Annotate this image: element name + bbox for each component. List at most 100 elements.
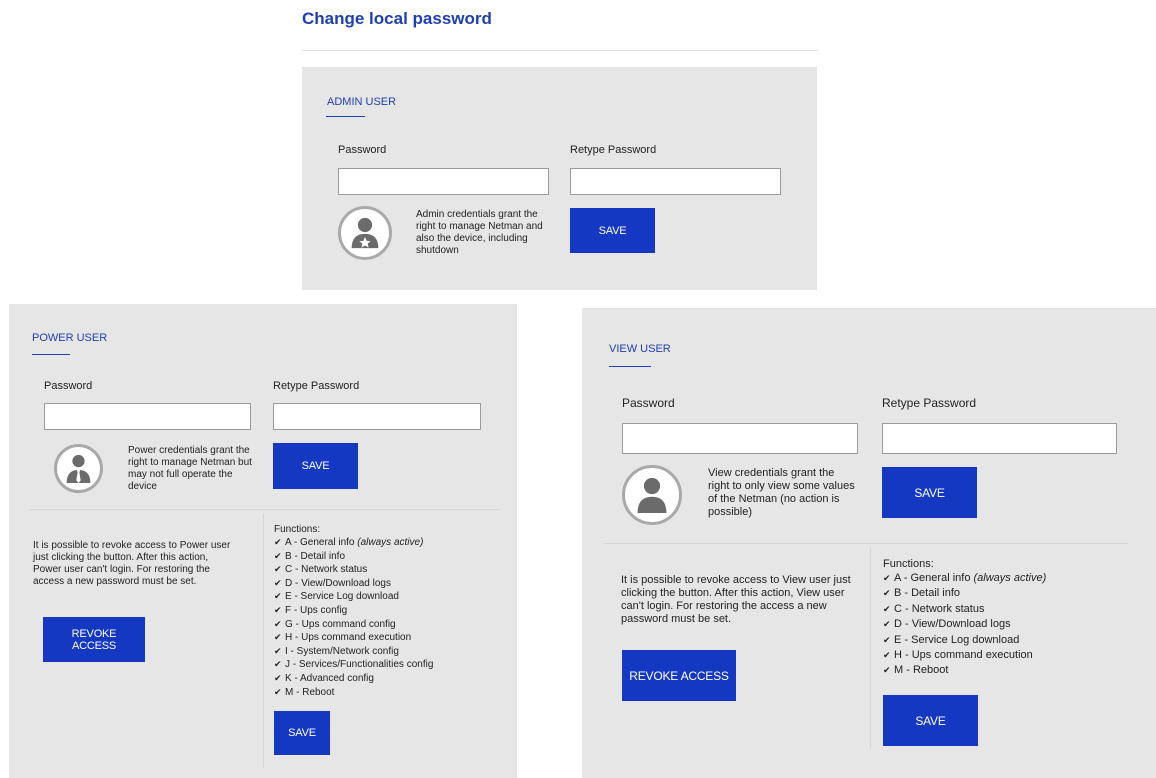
section-divider: [604, 543, 1128, 544]
functions-title: Functions:: [274, 524, 321, 535]
checkmark-icon: ✔: [274, 618, 282, 629]
checkmark-icon: ✔: [274, 686, 282, 697]
checkmark-icon: ✔: [274, 659, 282, 670]
column-divider: [870, 548, 871, 748]
power-save-button[interactable]: SAVE: [273, 443, 358, 489]
password-label: Password: [44, 380, 93, 392]
admin-user-panel: ADMIN USER Password Retype Password Admi…: [302, 67, 817, 290]
function-label: A - General info: [894, 572, 971, 584]
view-password-input[interactable]: [622, 423, 858, 454]
power-functions-save-button[interactable]: SAVE: [274, 711, 330, 755]
admin-retype-password-input[interactable]: [570, 168, 781, 195]
checkmark-icon: ✔: [883, 650, 891, 661]
function-item[interactable]: ✔ D - View/Download logs: [883, 617, 1046, 632]
power-user-tie-icon: [54, 444, 103, 493]
function-label: I - System/Network config: [285, 645, 399, 657]
checkmark-icon: ✔: [883, 603, 891, 614]
function-label: M - Reboot: [285, 686, 335, 698]
power-functions-list: ✔ A - General info (always active) ✔ B - D…: [274, 536, 433, 699]
function-item[interactable]: ✔ C - Network status: [274, 563, 433, 577]
function-label: E - Service Log download: [894, 633, 1020, 646]
admin-user-star-icon: [338, 206, 392, 260]
function-label: H - Ups command execution: [285, 632, 412, 644]
function-note: (always active): [357, 537, 424, 548]
function-item[interactable]: ✔ F - Ups config: [274, 604, 433, 618]
function-label: G - Ups command config: [285, 618, 396, 630]
retype-password-label: Retype Password: [570, 144, 657, 156]
checkmark-icon: ✔: [274, 632, 282, 643]
checkmark-icon: ✔: [274, 564, 282, 575]
function-item[interactable]: ✔ G - Ups command config: [274, 618, 433, 632]
function-label: B - Detail info: [894, 587, 961, 600]
section-underline: [32, 354, 70, 355]
view-user-panel: VIEW USER Password Retype Password View …: [582, 308, 1156, 778]
checkmark-icon: ✔: [274, 550, 282, 561]
admin-password-input[interactable]: [338, 168, 549, 195]
power-revoke-access-button[interactable]: REVOKE ACCESS: [43, 617, 145, 662]
title-divider: [302, 50, 818, 51]
function-label: K - Advanced config: [285, 672, 374, 684]
checkmark-icon: ✔: [274, 672, 282, 683]
function-item[interactable]: ✔ B - Detail info: [883, 586, 1046, 601]
password-label: Password: [338, 144, 387, 156]
function-item[interactable]: ✔ J - Services/Functionalities config: [274, 658, 433, 672]
view-user-title: VIEW USER: [609, 343, 671, 355]
function-label: M - Reboot: [894, 664, 949, 677]
function-label: J - Services/Functionalities config: [285, 659, 434, 671]
function-item[interactable]: ✔ C - Network status: [883, 602, 1046, 617]
view-functions-save-button[interactable]: SAVE: [883, 695, 978, 746]
function-label: D - View/Download logs: [894, 618, 1011, 631]
function-item[interactable]: ✔ H - Ups command execution: [274, 631, 433, 645]
checkmark-icon: ✔: [883, 665, 891, 676]
function-label: B - Detail info: [285, 550, 346, 562]
view-save-button[interactable]: SAVE: [882, 467, 977, 518]
checkmark-icon: ✔: [274, 591, 282, 602]
power-revoke-description: It is possible to revoke access to Power…: [33, 540, 231, 587]
view-revoke-description: It is possible to revoke access to View …: [621, 574, 851, 625]
function-item[interactable]: ✔ D - View/Download logs: [274, 577, 433, 591]
power-functions: Functions: ✔ A - General info (always act…: [274, 524, 433, 699]
function-label: E - Service Log download: [285, 591, 399, 603]
power-retype-password-input[interactable]: [273, 403, 481, 430]
function-note: (always active): [973, 572, 1047, 584]
function-label: H - Ups command execution: [894, 649, 1033, 662]
view-revoke-access-button[interactable]: REVOKE ACCESS: [622, 650, 736, 701]
checkmark-icon: ✔: [274, 604, 282, 615]
function-item[interactable]: ✔ A - General info (always active): [883, 571, 1046, 586]
checkmark-icon: ✔: [883, 619, 891, 630]
view-retype-password-input[interactable]: [882, 423, 1117, 454]
retype-password-label: Retype Password: [273, 380, 360, 392]
section-underline: [326, 116, 365, 117]
section-underline: [609, 366, 651, 367]
admin-user-title: ADMIN USER: [327, 96, 397, 108]
view-functions-list: ✔ A - General info (always active) ✔ B - D…: [883, 571, 1046, 679]
checkmark-icon: ✔: [883, 588, 891, 599]
view-description: View credentials grant the right to only…: [708, 467, 855, 518]
admin-save-button[interactable]: SAVE: [570, 208, 655, 253]
view-user-icon: [622, 465, 682, 525]
function-item[interactable]: ✔ A - General info (always active): [274, 536, 433, 550]
view-functions: Functions: ✔ A - General info (always act…: [883, 558, 1046, 679]
power-user-title: POWER USER: [32, 332, 108, 344]
function-item[interactable]: ✔ B - Detail info: [274, 550, 433, 564]
page-title: Change local password: [302, 9, 492, 28]
functions-title: Functions:: [883, 558, 934, 570]
function-item[interactable]: ✔ H - Ups command execution: [883, 648, 1046, 663]
power-user-panel: POWER USER Password Retype Password Powe…: [9, 304, 517, 778]
checkmark-icon: ✔: [883, 573, 891, 583]
checkmark-icon: ✔: [274, 645, 282, 656]
function-item[interactable]: ✔ I - System/Network config: [274, 645, 433, 659]
retype-password-label: Retype Password: [882, 396, 977, 410]
function-item[interactable]: ✔ M - Reboot: [274, 686, 433, 700]
power-password-input[interactable]: [44, 403, 251, 430]
checkmark-icon: ✔: [883, 634, 891, 645]
function-item[interactable]: ✔ K - Advanced config: [274, 672, 433, 686]
function-item[interactable]: ✔ E - Service Log download: [274, 590, 433, 604]
checkmark-icon: ✔: [274, 537, 282, 547]
password-label: Password: [622, 396, 675, 410]
function-item[interactable]: ✔ E - Service Log download: [883, 633, 1046, 648]
column-divider: [263, 514, 264, 768]
function-label: C - Network status: [894, 602, 985, 615]
function-label: F - Ups config: [285, 604, 348, 616]
function-item[interactable]: ✔ M - Reboot: [883, 663, 1046, 678]
